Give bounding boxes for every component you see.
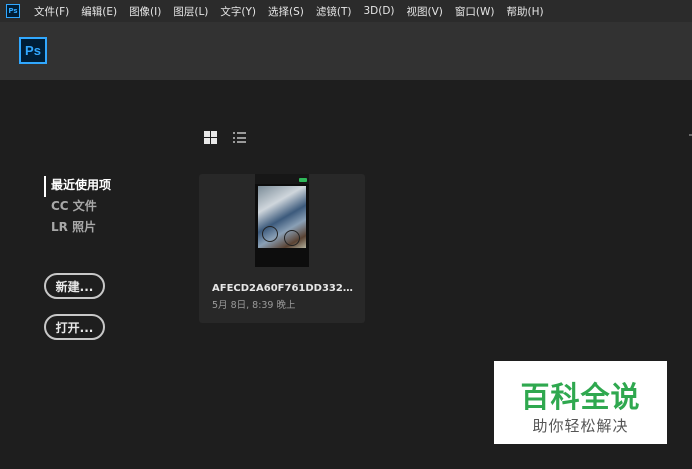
open-button[interactable]: 打开...: [44, 314, 105, 340]
menu-edit[interactable]: 编辑(E): [75, 4, 123, 19]
menu-bar: Ps 文件(F) 编辑(E) 图像(I) 图层(L) 文字(Y) 选择(S) 滤…: [0, 0, 692, 22]
menu-image[interactable]: 图像(I): [123, 4, 167, 19]
photoshop-app-icon[interactable]: Ps: [6, 4, 20, 18]
menu-file[interactable]: 文件(F): [28, 4, 75, 19]
file-thumbnail: [255, 174, 309, 267]
menu-type[interactable]: 文字(Y): [214, 4, 262, 19]
photoshop-logo: Ps: [19, 37, 47, 64]
list-view-icon[interactable]: [233, 131, 246, 144]
menu-window[interactable]: 窗口(W): [449, 4, 501, 19]
menu-view[interactable]: 视图(V): [401, 4, 449, 19]
file-name: AFECD2A60F761DD332FC1...: [212, 283, 356, 294]
nav-item-lr-photos[interactable]: LR 照片: [44, 218, 111, 239]
grid-view-icon[interactable]: [204, 131, 217, 144]
watermark-title: 百科全说: [520, 380, 641, 414]
nav-item-recent[interactable]: 最近使用项: [44, 176, 111, 197]
menu-3d[interactable]: 3D(D): [357, 5, 400, 17]
menu-filter[interactable]: 滤镜(T): [310, 4, 358, 19]
recent-file-card[interactable]: AFECD2A60F761DD332FC1... 5月 8日, 8:39 晚上: [199, 174, 365, 323]
side-nav: 最近使用项 CC 文件 LR 照片: [44, 176, 111, 239]
menu-select[interactable]: 选择(S): [262, 4, 310, 19]
menu-layer[interactable]: 图层(L): [167, 4, 214, 19]
watermark-subtitle: 助你轻松解决: [532, 417, 629, 435]
nav-item-cc-files[interactable]: CC 文件: [44, 197, 111, 218]
menu-help[interactable]: 帮助(H): [501, 4, 550, 19]
view-toggle-group: [204, 131, 246, 144]
new-button[interactable]: 新建...: [44, 273, 105, 299]
watermark-logo: 百科全说 助你轻松解决: [494, 361, 667, 444]
file-date: 5月 8日, 8:39 晚上: [212, 300, 296, 311]
home-header: Ps: [0, 22, 692, 80]
